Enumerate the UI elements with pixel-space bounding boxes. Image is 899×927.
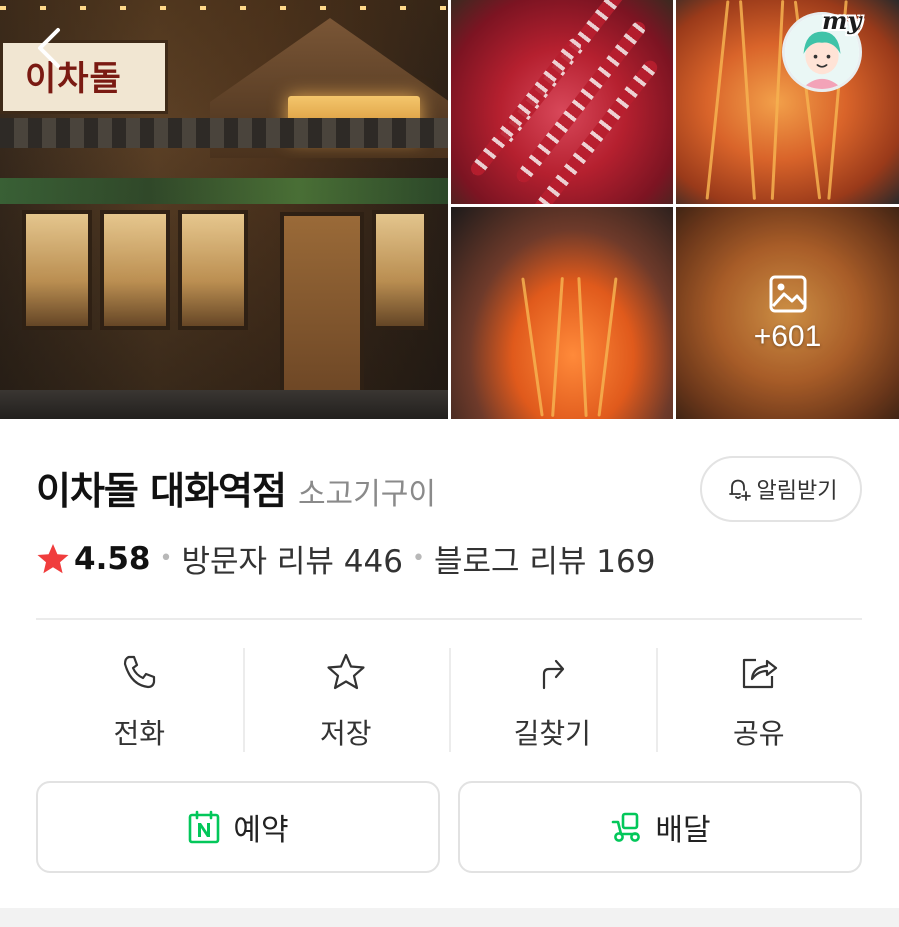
blog-reviews-link[interactable]: 블로그 리뷰 169 (434, 536, 655, 581)
back-button[interactable] (30, 26, 74, 70)
call-label: 전화 (113, 717, 166, 750)
storefront-window (22, 210, 92, 330)
visitor-reviews-link[interactable]: 방문자 리뷰 446 (181, 536, 402, 581)
storefront-awning (0, 118, 448, 148)
directions-label: 길찾기 (513, 717, 591, 750)
storefront-floor (0, 390, 448, 419)
storefront-window (372, 210, 428, 330)
place-name: 이차돌 대화역점 (36, 469, 287, 513)
action-bar: 전화 저장 길찾기 공유 (36, 646, 862, 754)
reserve-label: 예약 (233, 813, 289, 848)
notify-label: 알림받기 (756, 479, 838, 504)
image-icon (769, 275, 806, 313)
phone-icon (124, 655, 156, 689)
directions-icon (543, 659, 565, 690)
delivery-label: 배달 (655, 813, 711, 848)
noodle-strand (597, 277, 618, 417)
place-category: 소고기구이 (297, 477, 436, 512)
bell-plus-icon (728, 479, 751, 501)
chevron-left-icon (38, 28, 60, 68)
storefront-signboard: 이차돌 (0, 40, 168, 114)
delivery-button[interactable]: 배달 (458, 781, 862, 873)
share-label: 공유 (732, 717, 785, 750)
photo-beef-noodles[interactable] (451, 207, 673, 419)
storefront-green-band (0, 178, 448, 204)
noodle-strand (739, 0, 756, 200)
more-photos-count: +601 (753, 320, 822, 353)
photo-gallery: 이차돌 +601 my (0, 0, 899, 419)
more-photos-button[interactable]: +601 (676, 207, 899, 419)
naver-calendar-icon (189, 810, 220, 844)
storefront-window (178, 210, 248, 330)
share-icon (742, 658, 777, 689)
noodle-strand (770, 0, 785, 200)
separator-dot: • (411, 546, 425, 571)
rating-row: 4.58 • 방문자 리뷰 446 • 블로그 리뷰 169 (36, 536, 655, 581)
star-filled-icon (37, 543, 69, 573)
save-button[interactable]: 저장 (242, 646, 450, 754)
reserve-button[interactable]: 예약 (36, 781, 440, 873)
storefront-door (280, 212, 364, 412)
noodle-strand (705, 0, 730, 200)
storefront-window (100, 210, 170, 330)
separator-dot: • (159, 546, 173, 571)
delivery-scooter-icon (612, 812, 641, 842)
string-lights (0, 6, 448, 10)
call-button[interactable]: 전화 (36, 646, 243, 754)
notify-button[interactable]: 알림받기 (700, 456, 862, 522)
rating-value: 4.58 (74, 540, 151, 577)
photo-sliced-beef[interactable] (451, 0, 673, 204)
divider (36, 618, 862, 620)
noodle-strand (577, 277, 588, 417)
my-label: my (822, 6, 862, 35)
directions-button[interactable]: 길찾기 (449, 646, 656, 754)
place-title-row: 이차돌 대화역점 소고기구이 (36, 460, 436, 515)
section-gap (0, 908, 899, 927)
noodle-strand (521, 277, 544, 417)
star-outline-icon (327, 653, 365, 690)
noodle-strand (551, 277, 564, 417)
save-label: 저장 (319, 717, 372, 750)
share-button[interactable]: 공유 (655, 646, 863, 754)
